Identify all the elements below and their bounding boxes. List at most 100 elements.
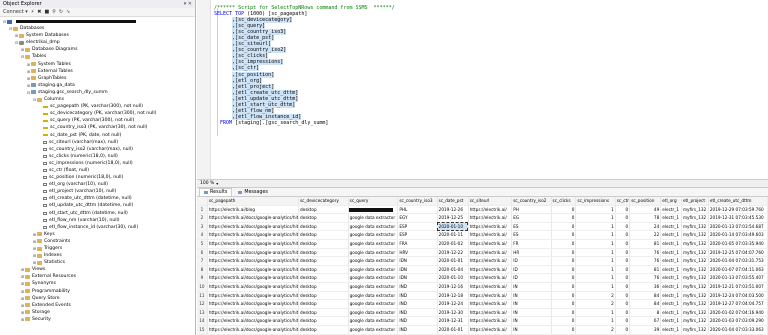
cell-sc_country_iso2[interactable]: IN [511,282,552,292]
cell-etl_create_utc_dttm[interactable]: 2019-12-27 07:04:04.757 [708,299,768,309]
cell-sc_clicks[interactable]: 0 [551,213,577,223]
cell-sc_country_iso3[interactable]: FRA [397,239,438,249]
cell-sc_ctr[interactable]: 0 [615,222,631,232]
cell-sc_siteurl[interactable]: https://electrik.ai/ [468,230,513,240]
cell-etl_create_utc_dttm[interactable]: 2020-01-13 07:03:55.407 [708,273,768,283]
cell-etl_org[interactable]: electr_1 [660,299,682,309]
cell-sc_query[interactable]: google data extractor [348,265,399,275]
row-number[interactable]: 14 [197,316,208,326]
cell-sc_pagepath[interactable]: https://electrik.ai/docs/google-analytic… [207,291,299,301]
tab-results[interactable]: Results [199,188,233,196]
cell-sc_country_iso3[interactable]: PHL [397,205,438,215]
cell-sc_country_iso2[interactable]: FR [511,239,552,249]
table-row[interactable]: 15 https://electrik.ai/docs/google-analyt… [197,325,768,335]
cell-etl_project[interactable]: myfirs_132 [681,239,709,249]
cell-sc_ctr[interactable]: 0 [615,205,631,215]
tree-node[interactable]: ⊞ External Resources [0,273,195,280]
cell-sc_query[interactable]: google data extractor [348,325,399,335]
cell-sc_pagepath[interactable]: https://electrik.ai/docs/google-analytic… [207,239,299,249]
cell-sc_country_iso3[interactable]: IDN [397,265,438,275]
filter-icon[interactable]: ⚲ [52,9,56,15]
tree-node[interactable]: ⊞ Database Diagrams [0,46,195,53]
row-number[interactable]: 13 [197,308,208,318]
cell-sc_position[interactable]: 22 [629,230,662,240]
cell-sc_impressions[interactable]: 1 [575,265,616,275]
cell-etl_create_utc_dttm[interactable]: 2020-01-04 07:03:33.063 [708,325,768,335]
tree-node[interactable]: ⊞ GraphTables [0,75,195,82]
cell-sc_query[interactable]: google data extractor [348,308,399,318]
tree-node[interactable]: ⊞ Keys [0,231,195,238]
cell-sc_ctr[interactable]: 0 [615,248,631,258]
table-row[interactable]: 8 https://electrik.ai/docs/google-analyti… [197,265,768,275]
table-row[interactable]: 1 https://electrik.ai/blog desktop PHL 2019-… [197,205,768,215]
connect-button[interactable]: Connect ▾ [3,9,28,15]
cell-sc_country_iso2[interactable]: ID [511,256,552,266]
cell-sc_position[interactable]: 78 [629,213,662,223]
cell-sc_position[interactable]: 39 [629,325,662,335]
cell-sc_pagepath[interactable]: https://electrik.ai/docs/google-analytic… [207,256,299,266]
table-row[interactable]: 3 https://electrik.ai/docs/google-analyti… [197,222,768,232]
cell-sc_query[interactable]: google data extractor [348,282,399,292]
cell-sc_siteurl[interactable]: https://electrik.ai/ [468,256,513,266]
table-row[interactable]: 9 https://electrik.ai/docs/google-analyti… [197,273,768,283]
cell-etl_org[interactable]: electr_1 [660,282,682,292]
tree-node[interactable]: ⊟ staging.gsc_search_dly_summ [0,89,195,96]
cell-sc_siteurl[interactable]: https://electrik.ai/ [468,222,513,232]
cell-sc_siteurl[interactable]: https://electrik.ai/ [468,239,513,249]
table-row[interactable]: 11 https://electrik.ai/docs/google-analyt… [197,291,768,301]
cell-sc_siteurl[interactable]: https://electrik.ai/ [468,273,513,283]
cell-sc_ctr[interactable]: 0 [615,291,631,301]
cell-sc_devicecategory[interactable]: desktop [298,299,349,309]
cell-sc_country_iso2[interactable]: ID [511,273,552,283]
tree-node[interactable]: etl_flow_instance_id (varchar(30), null) [0,224,195,231]
table-row[interactable]: 13 https://electrik.ai/docs/google-analyt… [197,308,768,318]
connect-icon[interactable]: ⚡ [31,9,35,15]
cell-sc_position[interactable]: 76 [629,273,662,283]
cell-sc_date_pst[interactable]: 2020-01-02 [437,239,469,249]
cell-sc_devicecategory[interactable]: desktop [298,239,349,249]
table-row[interactable]: 10 https://electrik.ai/docs/google-analyt… [197,282,768,292]
cell-sc_country_iso3[interactable]: IND [397,282,438,292]
cell-sc_pagepath[interactable]: https://electrik.ai/docs/google-analytic… [207,230,299,240]
row-number[interactable]: 7 [197,256,208,266]
column-header[interactable]: etl_org [660,197,682,206]
tree-node[interactable]: ⊞ Constraints [0,238,195,245]
column-header[interactable]: sc_query [348,197,399,206]
cell-sc_date_pst[interactable]: 2019-12-16 [437,282,469,292]
row-number[interactable]: 1 [197,205,208,215]
refresh-icon[interactable]: ↻ [59,9,63,15]
cell-sc_pagepath[interactable]: https://electrik.ai/docs/google-analytic… [207,222,299,232]
cell-sc_country_iso2[interactable]: ES [511,222,552,232]
tree-node[interactable]: ⊟ Databases [0,25,195,32]
cell-sc_country_iso2[interactable]: IN [511,325,552,335]
cell-etl_create_utc_dttm[interactable]: 2019-12-29 07:03:59.760 [708,205,768,215]
cell-sc_clicks[interactable]: 0 [551,299,577,309]
tree-node[interactable]: ⊞ Programmability [0,288,195,295]
cell-sc_query[interactable]: google data extractor [348,213,399,223]
cell-sc_devicecategory[interactable]: desktop [298,256,349,266]
cell-sc_clicks[interactable]: 0 [551,316,577,326]
cell-sc_pagepath[interactable]: https://electrik.ai/blog [207,205,299,215]
cell-sc_position[interactable]: 76 [629,256,662,266]
column-header[interactable]: sc_position [629,197,662,206]
cell-sc_siteurl[interactable]: https://electrik.ai/ [468,205,513,215]
table-row[interactable]: 5 https://electrik.ai/docs/google-analyti… [197,239,768,249]
cell-sc_query[interactable]: google data extractor [348,256,399,266]
cell-sc_impressions[interactable]: 1 [575,256,616,266]
row-number[interactable]: 3 [197,222,208,232]
cell-sc_siteurl[interactable]: https://electrik.ai/ [468,308,513,318]
cell-sc_pagepath[interactable]: https://electrik.ai/docs/google-analytic… [207,316,299,326]
cell-sc_devicecategory[interactable]: desktop [298,308,349,318]
tab-messages[interactable]: Messages [234,189,272,196]
cell-sc_country_iso2[interactable]: IN [511,299,552,309]
cell-sc_clicks[interactable]: 0 [551,230,577,240]
cell-sc_date_pst[interactable]: 2019-12-31 [437,316,469,326]
cell-sc_pagepath[interactable]: https://electrik.ai/docs/google-analytic… [207,273,299,283]
cell-sc_ctr[interactable]: 0 [615,308,631,318]
cell-sc_impressions[interactable]: 1 [575,273,616,283]
cell-sc_siteurl[interactable]: https://electrik.ai/ [468,282,513,292]
cell-sc_clicks[interactable]: 0 [551,282,577,292]
cell-sc_ctr[interactable]: 0 [615,265,631,275]
cell-sc_position[interactable]: 36 [629,282,662,292]
cell-etl_project[interactable]: myfirs_132 [681,291,709,301]
